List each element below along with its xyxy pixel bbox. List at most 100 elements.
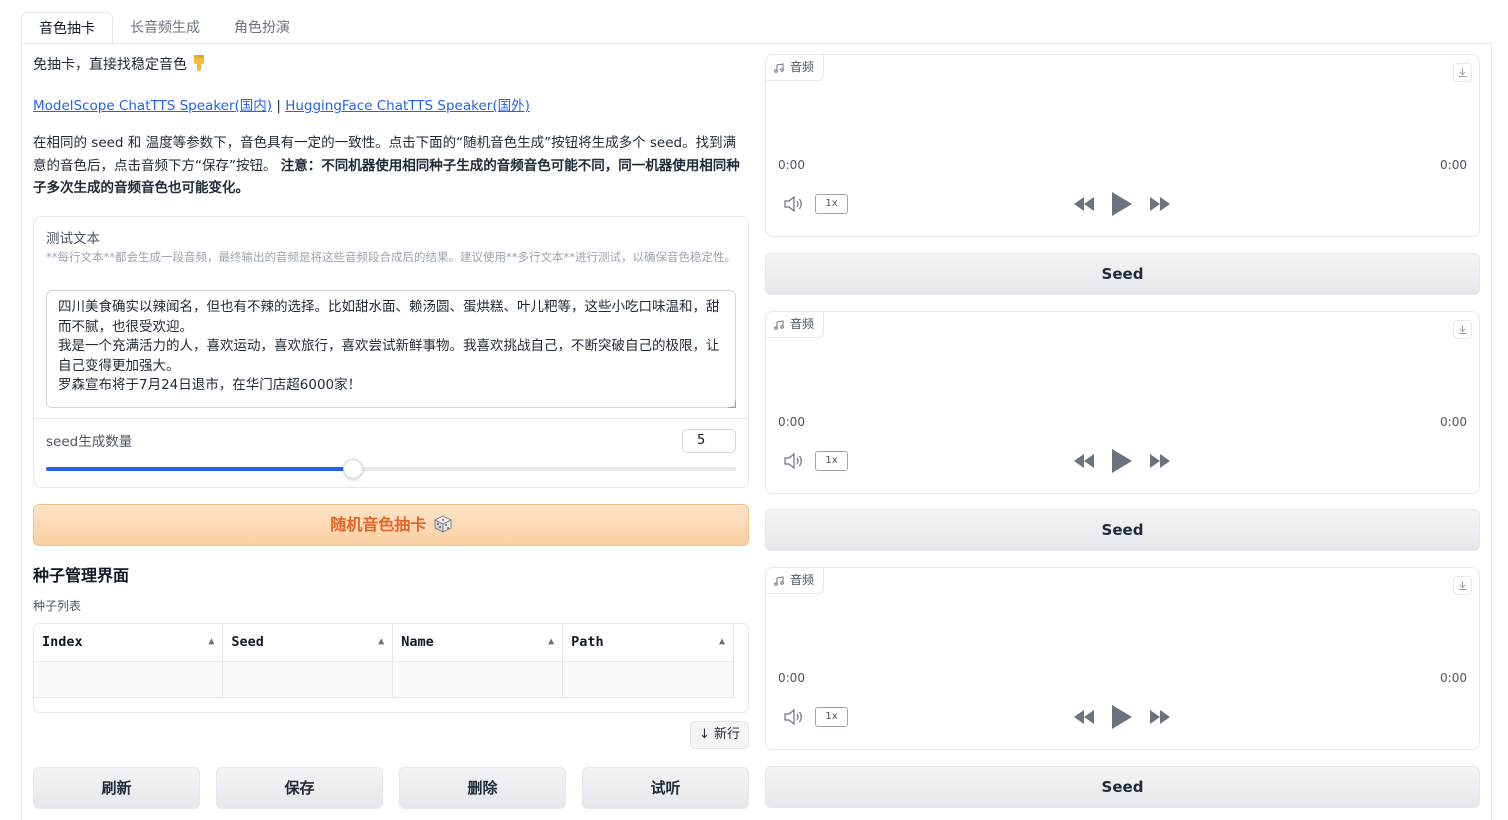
audio-label-tag: 音频: [766, 568, 825, 594]
audio-label-tag: 音频: [766, 312, 825, 338]
fast-forward-icon[interactable]: [1150, 197, 1170, 211]
audio-label: 音频: [790, 60, 815, 74]
speaker-links: ModelScope ChatTTS Speaker(国内) | Hugging…: [33, 94, 530, 114]
download-button[interactable]: [1453, 576, 1472, 595]
table-cell[interactable]: [34, 661, 224, 698]
table-cell[interactable]: [392, 661, 564, 698]
column-header-path[interactable]: Path ▲: [562, 624, 734, 662]
random-voice-draw-label: 随机音色抽卡: [330, 515, 427, 534]
music-note-icon: [774, 62, 784, 73]
description-paragraph: 在相同的 seed 和 温度等参数下，音色具有一定的一致性。点击下面的“随机音色…: [33, 132, 749, 200]
table-row: [34, 661, 734, 698]
slider-fill: [46, 467, 354, 471]
table-cell[interactable]: [562, 661, 734, 698]
panel-border: [1491, 43, 1492, 820]
sort-icon[interactable]: ▲: [378, 636, 384, 647]
download-icon: [1458, 325, 1467, 334]
total-duration: 0:00: [1440, 158, 1467, 172]
sort-icon[interactable]: ▲: [208, 636, 214, 647]
column-label: Path: [571, 634, 604, 651]
volume-icon[interactable]: [783, 451, 805, 471]
table-header-row: Index ▲ Seed ▲ Name ▲ Path ▲: [34, 624, 734, 662]
column-header-name[interactable]: Name ▲: [392, 624, 564, 662]
music-note-icon: [774, 319, 784, 330]
tab-long-audio[interactable]: 长音频生成: [113, 12, 217, 44]
tab-bar: 音色抽卡 长音频生成 角色扮演: [21, 12, 307, 44]
download-icon: [1458, 68, 1467, 77]
music-note-icon: [774, 575, 784, 586]
column-label: Seed: [231, 634, 264, 651]
test-text-label: 测试文本: [46, 231, 100, 247]
total-duration: 0:00: [1440, 671, 1467, 685]
refresh-button[interactable]: 刷新: [33, 767, 200, 809]
tab-role-play[interactable]: 角色扮演: [217, 12, 307, 44]
tab-voice-draw[interactable]: 音色抽卡: [21, 12, 113, 44]
delete-button[interactable]: 删除: [399, 767, 566, 809]
seed-button[interactable]: Seed: [765, 766, 1480, 808]
audio-label: 音频: [790, 573, 815, 587]
modelscope-link[interactable]: ModelScope ChatTTS Speaker(国内): [33, 98, 272, 114]
seed-count-label: seed生成数量: [46, 434, 133, 450]
download-button[interactable]: [1453, 63, 1472, 82]
divider: [34, 418, 748, 419]
column-header-index[interactable]: Index ▲: [34, 624, 224, 662]
table-cell[interactable]: [222, 661, 394, 698]
audio-label-tag: 音频: [766, 55, 825, 81]
column-header-seed[interactable]: Seed ▲: [222, 624, 394, 662]
pointing-down-icon: [194, 55, 205, 71]
playback-speed-button[interactable]: 1x: [815, 707, 848, 727]
download-icon: [1458, 581, 1467, 590]
audio-player: 音频 0:00 0:00 1x: [765, 54, 1480, 237]
seed-button[interactable]: Seed: [765, 509, 1480, 551]
column-label: Index: [42, 634, 83, 651]
seed-button[interactable]: Seed: [765, 253, 1480, 295]
intro-headline: 免抽卡，直接找稳定音色: [33, 54, 207, 76]
seed-actions: 刷新 保存 删除 试听: [33, 767, 749, 809]
slider-thumb[interactable]: [343, 459, 364, 479]
playback-speed-button[interactable]: 1x: [815, 451, 848, 471]
play-icon[interactable]: [1112, 449, 1132, 473]
intro-headline-text: 免抽卡，直接找稳定音色: [33, 57, 187, 73]
save-button[interactable]: 保存: [216, 767, 383, 809]
panel-border: [21, 43, 22, 820]
sort-icon[interactable]: ▲: [719, 636, 725, 647]
random-voice-draw-button[interactable]: 随机音色抽卡: [33, 504, 749, 546]
playback-controls: [1074, 192, 1170, 216]
fast-forward-icon[interactable]: [1150, 454, 1170, 468]
new-row-button[interactable]: ↓ 新行: [690, 721, 749, 749]
fast-forward-icon[interactable]: [1150, 710, 1170, 724]
seed-list-label: 种子列表: [33, 599, 82, 613]
current-time: 0:00: [778, 671, 805, 685]
test-text-box: 测试文本 **每行文本**都会生成一段音频，最终输出的音频是将这些音频段合成后的…: [33, 216, 749, 488]
volume-icon[interactable]: [783, 194, 805, 214]
test-text-input[interactable]: 四川美食确实以辣闻名，但也有不辣的选择。比如甜水面、赖汤圆、蛋烘糕、叶儿粑等，这…: [46, 290, 736, 408]
seed-table: Index ▲ Seed ▲ Name ▲ Path ▲: [33, 623, 749, 713]
current-time: 0:00: [778, 158, 805, 172]
audio-label: 音频: [790, 317, 815, 331]
sort-icon[interactable]: ▲: [548, 636, 554, 647]
preview-button[interactable]: 试听: [582, 767, 749, 809]
resize-handle[interactable]: [728, 400, 736, 408]
audio-player: 音频 0:00 0:00 1x: [765, 567, 1480, 750]
huggingface-link[interactable]: HuggingFace ChatTTS Speaker(国外): [285, 98, 530, 114]
rewind-icon[interactable]: [1074, 454, 1094, 468]
play-icon[interactable]: [1112, 705, 1132, 729]
audio-player: 音频 0:00 0:00 1x: [765, 311, 1480, 494]
play-icon[interactable]: [1112, 192, 1132, 216]
rewind-icon[interactable]: [1074, 710, 1094, 724]
test-text-info: **每行文本**都会生成一段音频，最终输出的音频是将这些音频段合成后的结果。建议…: [46, 250, 736, 264]
playback-controls: [1074, 705, 1170, 729]
rewind-icon[interactable]: [1074, 197, 1094, 211]
seed-count-slider[interactable]: [46, 459, 736, 479]
playback-speed-button[interactable]: 1x: [815, 194, 848, 214]
total-duration: 0:00: [1440, 415, 1467, 429]
download-button[interactable]: [1453, 320, 1472, 339]
dice-icon: [433, 515, 452, 533]
seed-count-number-input[interactable]: 5: [682, 429, 736, 453]
seed-manager-title: 种子管理界面: [33, 566, 130, 585]
current-time: 0:00: [778, 415, 805, 429]
volume-icon[interactable]: [783, 707, 805, 727]
link-separator: |: [272, 98, 286, 114]
column-label: Name: [401, 634, 434, 651]
tab-divider: [21, 43, 1492, 44]
